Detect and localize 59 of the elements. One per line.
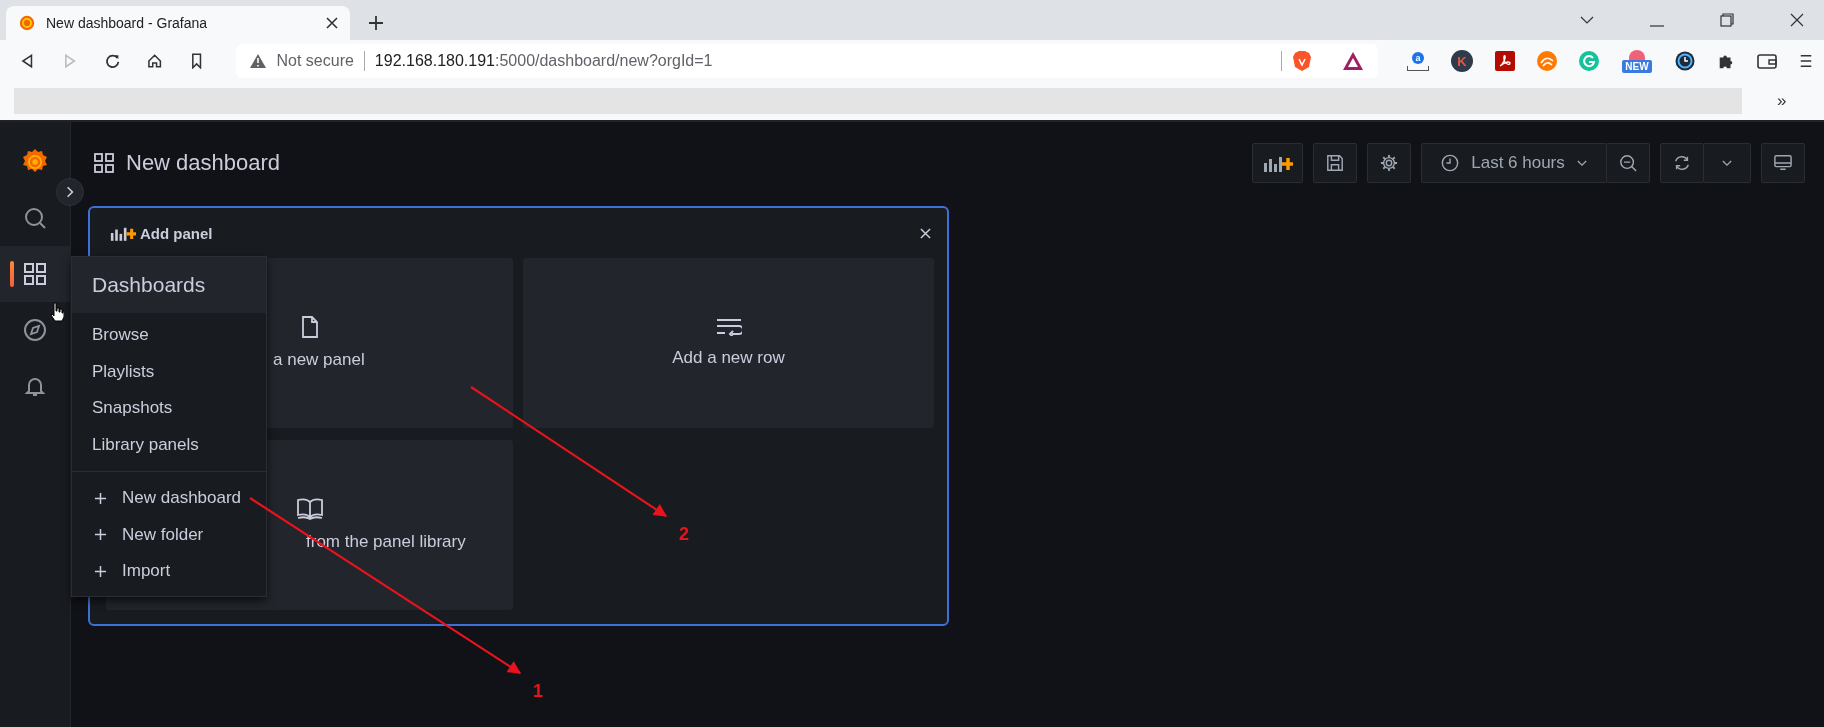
document-icon — [300, 316, 319, 338]
add-panel-title: Add panel — [140, 224, 213, 242]
menu-title[interactable]: Dashboards — [72, 257, 266, 313]
menu-icon[interactable] — [1799, 53, 1813, 69]
bar-chart-plus-icon — [1262, 154, 1293, 172]
home-icon[interactable] — [146, 53, 163, 69]
reload-icon[interactable] — [104, 53, 120, 69]
extension-icon[interactable] — [1537, 51, 1557, 71]
sidebar-item[interactable] — [0, 246, 70, 302]
wallet-icon[interactable] — [1757, 53, 1777, 69]
book-icon — [296, 498, 323, 520]
option-label: a new panel — [273, 350, 365, 370]
lion-icon[interactable] — [1292, 50, 1312, 72]
chevron-down-icon — [1722, 159, 1732, 167]
warning-icon — [250, 54, 267, 68]
pdf-icon[interactable] — [1495, 51, 1515, 71]
zoom-out-button[interactable] — [1606, 143, 1650, 183]
bookmarks-overflow[interactable]: » — [1777, 91, 1787, 111]
compass-icon — [23, 318, 47, 342]
plus-icon — [94, 491, 107, 505]
annotation-number: 2 — [679, 524, 689, 544]
clock-icon[interactable] — [1675, 51, 1695, 71]
refresh-icon — [1673, 154, 1691, 172]
tv-mode-button[interactable] — [1761, 143, 1805, 183]
clock-icon — [1441, 154, 1460, 172]
close-icon[interactable] — [1790, 13, 1804, 27]
search-icon — [23, 206, 47, 230]
time-range-picker[interactable]: Last 6 hours — [1421, 143, 1607, 183]
close-icon[interactable] — [326, 17, 338, 29]
plus-icon — [94, 564, 107, 578]
plus-icon — [94, 528, 107, 542]
zoom-out-icon — [1619, 154, 1637, 172]
chevron-down-icon — [1576, 159, 1587, 167]
text-wrap-icon — [715, 318, 742, 336]
new-tab-icon[interactable] — [368, 15, 384, 31]
refresh-button[interactable] — [1660, 143, 1704, 183]
grid-icon — [23, 262, 47, 286]
url-text: 192.168.180.191:5000/dashboard/new?orgId=1 — [374, 52, 713, 70]
add-panel-button[interactable] — [1252, 143, 1303, 183]
annotation-number: 1 — [533, 681, 543, 701]
dashboard-title: New dashboard — [126, 150, 281, 176]
add-panel-icon — [110, 225, 136, 241]
hand-cursor-icon — [50, 302, 64, 322]
chevron-right-icon — [66, 186, 74, 198]
restore-icon[interactable] — [1720, 13, 1734, 27]
settings-icon — [1380, 154, 1398, 172]
save-button[interactable] — [1313, 143, 1357, 183]
settings-button[interactable] — [1367, 143, 1411, 183]
save-icon — [1326, 154, 1344, 172]
monitor-icon — [1774, 154, 1792, 172]
grafana-logo-icon — [18, 14, 36, 32]
triangle-icon[interactable] — [1342, 51, 1364, 71]
address-bar[interactable]: Not secure 192.168.180.191:5000/dashboard/new?orgId=1 — [236, 44, 1378, 78]
security-label: Not secure — [276, 52, 354, 70]
option-label: Add a new row — [672, 348, 785, 368]
browser-tab[interactable]: New dashboard - Grafana — [6, 6, 350, 40]
grid-icon — [94, 153, 114, 173]
tab-title: New dashboard - Grafana — [46, 15, 209, 31]
add-option-card[interactable]: Add a new row — [523, 258, 934, 428]
